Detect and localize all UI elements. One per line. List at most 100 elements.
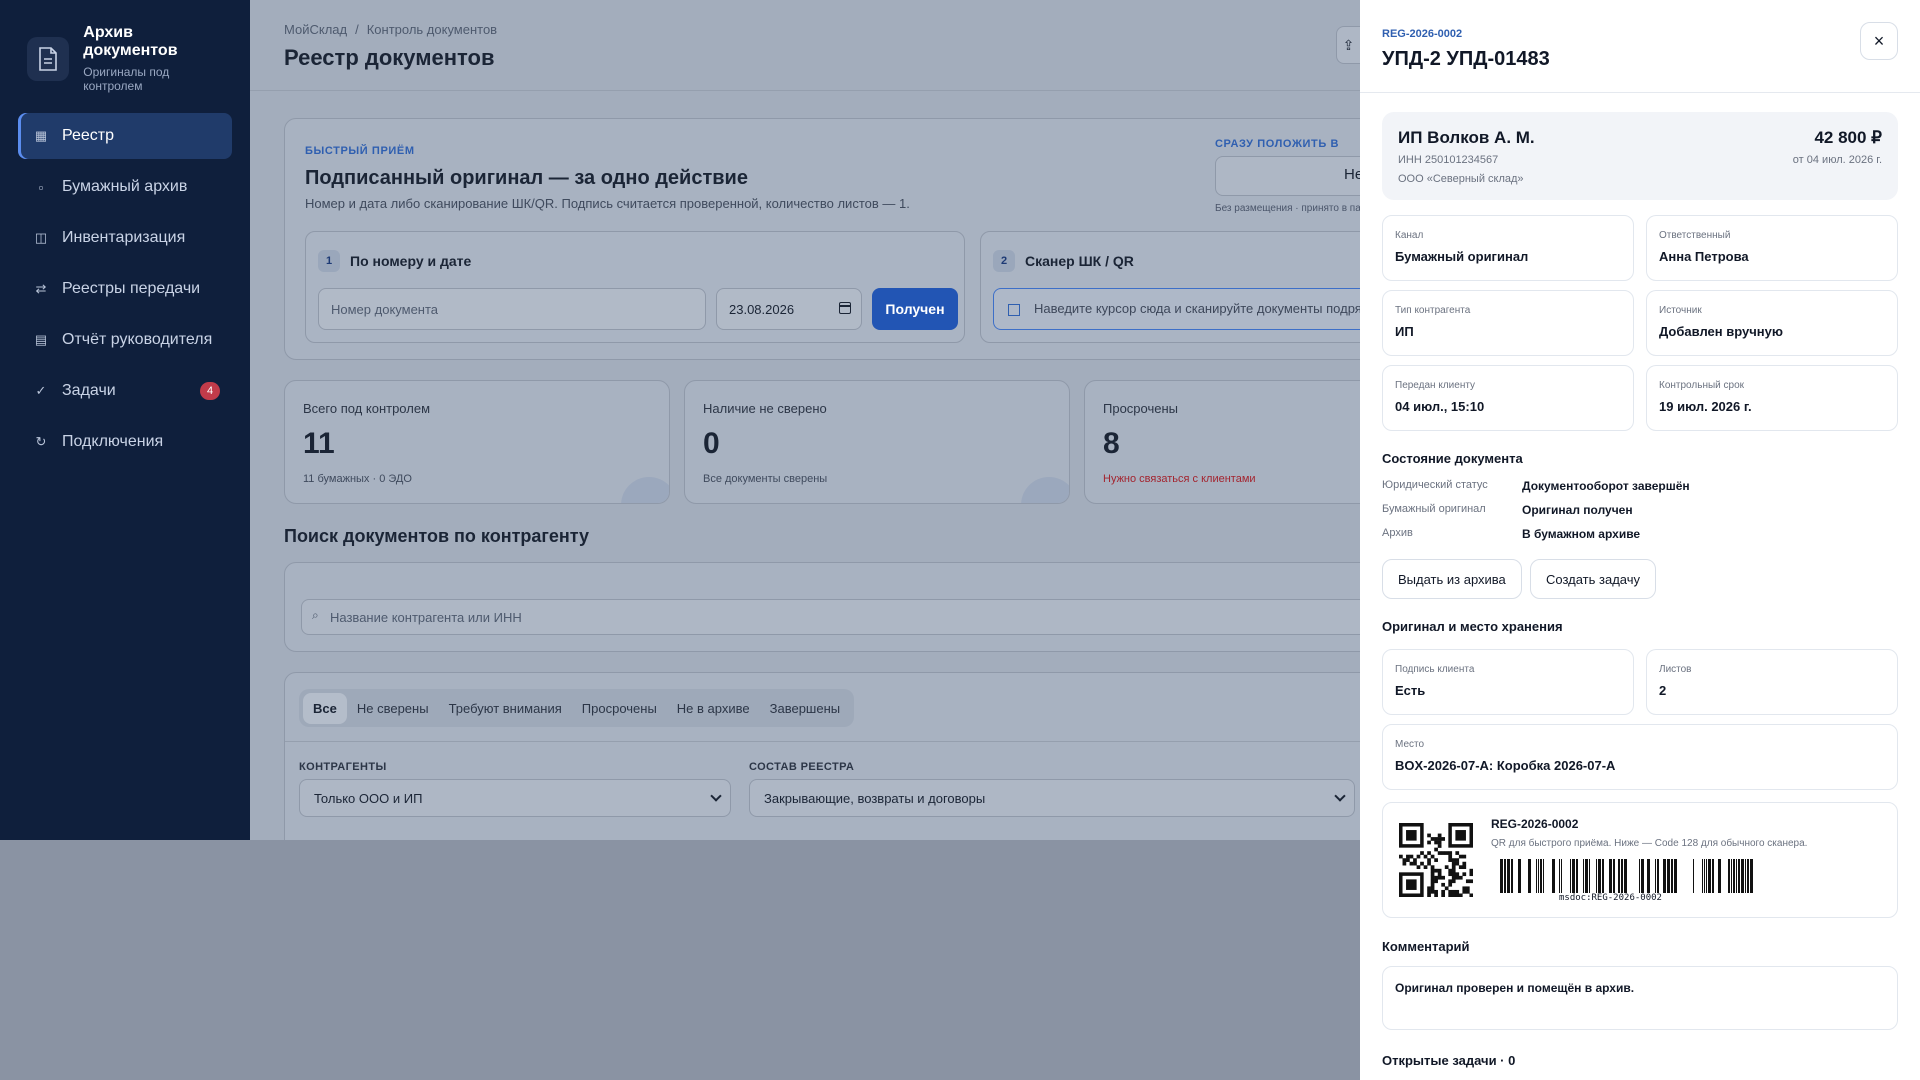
field-value: Анна Петрова [1659,249,1749,264]
comment-title: Комментарий [1382,939,1470,954]
state-key: Архив [1382,527,1413,539]
brand-title: Архив документов [83,24,178,59]
step-title: Сканер ШК / QR [1025,253,1134,269]
stat-card-unverified: Наличие не сверено 0 Все документы свере… [684,380,1070,504]
field-label: Тип контрагента [1395,305,1471,316]
field-label: Листов [1659,664,1692,675]
tab-overdue[interactable]: Просрочены [572,693,667,724]
code-hint: QR для быстрого приёма. Ниже — Code 128 … [1491,838,1808,849]
step-number: 1 [318,250,340,272]
contractor-search-input[interactable]: ⌕ Название контрагента или ИНН [301,599,1360,635]
tab-completed[interactable]: Завершены [760,693,850,724]
received-button[interactable]: Получен [872,288,958,330]
select-value: Закрывающие, возвраты и договоры [764,791,986,806]
document-amount: 42 800 ₽ [1814,128,1882,147]
sidebar-item-manager-report[interactable]: ▤ Отчёт руководителя [18,317,232,363]
contractor-name: ИП Волков А. М. [1398,128,1535,147]
field-responsible: Ответственный Анна Петрова [1646,215,1898,281]
field-channel: Канал Бумажный оригинал [1382,215,1634,281]
field-label: Место [1395,739,1425,750]
state-row-paper: Бумажный оригинал Оригинал получен [1382,503,1633,517]
composition-label: СОСТАВ РЕЕСТРА [749,761,855,773]
document-state-title: Состояние документа [1382,451,1523,466]
select-value: Только ООО и ИП [314,791,423,806]
status-tabs: Все Не сверены Требуют внимания Просроче… [299,689,855,727]
sidebar-item-paper-archive[interactable]: ▫ Бумажный архив [18,164,232,210]
tasks-count-badge: 4 [200,382,220,400]
calendar-icon[interactable] [839,302,851,314]
scanner-input[interactable]: Наведите курсор сюда и сканируйте докуме… [993,288,1360,330]
document-number-input[interactable]: Номер документа [318,288,706,330]
put-into-hint: Без размещения · принято в пап [1215,203,1360,214]
stat-card-overdue: Просрочены 8 Нужно связаться с клиентами [1084,380,1360,504]
quick-receive-card: БЫСТРЫЙ ПРИЁМ Подписанный оригинал — за … [284,118,1360,360]
sidebar: Архив документов Оригиналы под контролем… [0,0,250,840]
put-into-label: СРАЗУ ПОЛОЖИТЬ В [1215,138,1340,150]
sidebar-item-registry[interactable]: ▦ Реестр [18,113,232,159]
filter-card: Все Не сверены Требуют внимания Просроче… [284,672,1360,840]
state-row-archive: Архив В бумажном архиве [1382,527,1640,541]
codes-card: REG-2026-0002 QR для быстрого приёма. Ни… [1382,802,1898,918]
field-label: Передан клиенту [1395,380,1476,391]
by-number-card: 1 По номеру и дате Номер документа 23.08… [305,231,965,343]
open-tasks-title: Открытые задачи · 0 [1382,1053,1516,1068]
quick-kicker: БЫСТРЫЙ ПРИЁМ [305,145,415,157]
field-contractor-type: Тип контрагента ИП [1382,290,1634,356]
field-source: Источник Добавлен вручную [1646,290,1898,356]
document-icon [27,36,70,81]
export-button[interactable]: ⇪ [1336,26,1360,64]
quick-description: Номер и дата либо сканирование ШК/QR. По… [305,196,910,211]
drawer-header: REG-2026-0002 УПД-2 УПД-01483 × [1360,0,1920,93]
state-key: Юридический статус [1382,479,1488,491]
search-icon: ⌕ [312,608,319,622]
document-date-input[interactable]: 23.08.2026 [716,288,862,330]
field-sheets: Листов 2 [1646,649,1898,715]
create-task-button[interactable]: Создать задачу [1530,559,1657,599]
decorative-circle [1021,477,1069,503]
put-into-select[interactable]: Не [1215,156,1360,196]
stat-label: Всего под контролем [303,401,431,416]
report-icon: ▤ [34,332,48,347]
breadcrumb-item[interactable]: Контроль документов [367,22,497,37]
sidebar-item-inventory[interactable]: ◫ Инвентаризация [18,215,232,261]
composition-select[interactable]: Закрывающие, возвраты и договоры [749,779,1355,817]
tab-all[interactable]: Все [303,692,347,724]
close-button[interactable]: × [1860,22,1898,60]
field-label: Контрольный срок [1659,380,1745,391]
comment-field[interactable]: Оригинал проверен и помещён в архив. [1382,966,1898,1030]
contractors-select[interactable]: Только ООО и ИП [299,779,731,817]
refresh-icon: ↻ [35,434,47,449]
field-deadline: Контрольный срок 19 июл. 2026 г. [1646,365,1898,431]
sidebar-item-connections[interactable]: ↻ Подключения [18,419,232,465]
storage-title: Оригинал и место хранения [1382,619,1563,634]
field-label: Ответственный [1659,230,1731,241]
transfer-icon: ⇄ [35,281,47,296]
divider [285,741,1360,742]
square-icon: ▫ [38,179,44,195]
document-drawer: REG-2026-0002 УПД-2 УПД-01483 × ИП Волко… [1360,0,1920,1080]
field-value: 2 [1659,683,1667,698]
sidebar-item-tasks[interactable]: ✓ Задачи 4 [18,368,232,414]
sidebar-item-label: Отчёт руководителя [62,331,213,348]
quick-title: Подписанный оригинал — за одно действие [305,167,748,189]
breadcrumb-item[interactable]: МойСклад [284,22,347,37]
tab-attention[interactable]: Требуют внимания [439,693,572,724]
brand: Архив документов Оригиналы под контролем [0,0,250,113]
topbar: МойСклад / Контроль документов Реестр доку… [250,0,1360,91]
stat-value: 11 [303,427,335,460]
stat-subtext: 11 бумажных · 0 ЭДО [303,473,412,485]
contractor-inn: ИНН 250101234567 [1398,154,1499,166]
field-value: 19 июл. 2026 г. [1659,399,1752,414]
field-storage-place: Место BOX-2026-07-A: Коробка 2026-07-A [1382,724,1898,790]
search-section-title: Поиск документов по контрагенту [284,526,590,546]
issue-from-archive-button[interactable]: Выдать из архива [1382,559,1522,599]
sidebar-item-transfer-registers[interactable]: ⇄ Реестры передачи [18,266,232,312]
state-value: Оригинал получен [1522,503,1633,517]
tab-unverified[interactable]: Не сверены [347,693,439,724]
tab-not-archived[interactable]: Не в архиве [667,693,760,724]
scanner-card: 2 Сканер ШК / QR Наведите курсор сюда и … [980,231,1360,343]
code-id: REG-2026-0002 [1491,817,1579,831]
stat-label: Наличие не сверено [703,401,827,416]
barcode-text: msdoc:REG-2026-0002 [1559,893,1662,903]
date-value: 23.08.2026 [729,302,795,317]
